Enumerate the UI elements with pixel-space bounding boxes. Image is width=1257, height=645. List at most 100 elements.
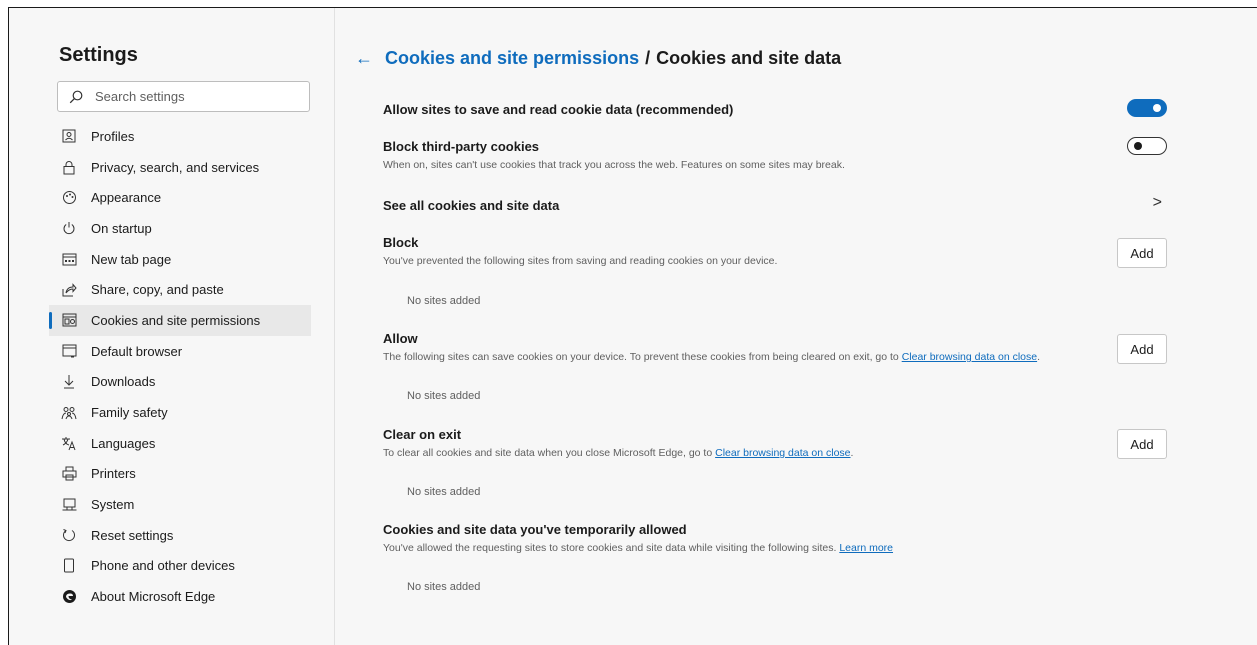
setting-allow: Allow The following sites can save cooki…	[383, 331, 1175, 363]
description-text: The following sites can save cookies on …	[383, 351, 899, 363]
setting-clear-on-exit: Clear on exit To clear all cookies and s…	[383, 427, 1175, 459]
nav-item-system[interactable]: System	[49, 489, 311, 520]
power-icon	[61, 220, 77, 236]
setting-block-third-party: Block third-party cookies When on, sites…	[383, 139, 1175, 171]
breadcrumb: ← Cookies and site permissions / Cookies…	[355, 48, 841, 69]
settings-nav: Profiles Privacy, search, and services A…	[49, 121, 311, 612]
printer-icon	[61, 466, 77, 482]
phone-icon	[61, 558, 77, 574]
nav-label: Family safety	[91, 405, 168, 421]
description-end: .	[1037, 351, 1041, 363]
toggle-knob	[1153, 104, 1161, 112]
settings-window: Settings Profiles Privacy, search, and s…	[8, 7, 1257, 645]
nav-item-on-startup[interactable]: On startup	[49, 213, 311, 244]
nav-item-downloads[interactable]: Downloads	[49, 367, 311, 398]
block-add-button[interactable]: Add	[1117, 238, 1167, 268]
nav-label: Privacy, search, and services	[91, 159, 260, 175]
browser-icon	[61, 343, 77, 359]
setting-description: You've prevented the following sites fro…	[383, 255, 778, 267]
nav-item-share-copy-paste[interactable]: Share, copy, and paste	[49, 274, 311, 305]
edge-logo-icon	[61, 589, 77, 605]
learn-more-link[interactable]: Learn more	[839, 542, 893, 554]
nav-item-profiles[interactable]: Profiles	[49, 121, 311, 152]
nav-label: About Microsoft Edge	[91, 589, 216, 605]
setting-description: You've allowed the requesting sites to s…	[383, 542, 1175, 554]
block-third-party-toggle[interactable]	[1127, 137, 1167, 155]
nav-item-languages[interactable]: Languages	[49, 428, 311, 459]
nav-label: Printers	[91, 466, 136, 482]
setting-title: Block third-party cookies	[383, 139, 540, 154]
breadcrumb-parent-link[interactable]: Cookies and site permissions	[385, 48, 639, 69]
setting-title: Cookies and site data you've temporarily…	[383, 522, 687, 537]
system-icon	[61, 497, 77, 513]
temporarily-allowed-empty-text: No sites added	[407, 581, 481, 593]
setting-title: Block	[383, 235, 419, 250]
setting-description: To clear all cookies and site data when …	[383, 447, 1175, 459]
nav-item-privacy[interactable]: Privacy, search, and services	[49, 152, 311, 183]
nav-label: Downloads	[91, 374, 156, 390]
nav-item-cookies-and-site-permissions[interactable]: Cookies and site permissions	[49, 305, 311, 336]
search-input[interactable]	[93, 88, 297, 105]
clear-on-exit-add-button[interactable]: Add	[1117, 429, 1167, 459]
clear-browsing-data-link[interactable]: Clear browsing data on close	[715, 447, 850, 459]
nav-item-phone-and-other-devices[interactable]: Phone and other devices	[49, 551, 311, 582]
setting-description: When on, sites can't use cookies that tr…	[383, 159, 845, 171]
nav-label: New tab page	[91, 251, 172, 267]
clear-browsing-data-link[interactable]: Clear browsing data on close	[902, 351, 1037, 363]
share-icon	[61, 282, 77, 298]
description-end: .	[850, 447, 854, 459]
allow-add-button[interactable]: Add	[1117, 334, 1167, 364]
search-box[interactable]	[57, 81, 310, 112]
setting-description: The following sites can save cookies on …	[383, 351, 1175, 363]
nav-label: Profiles	[91, 128, 135, 144]
nav-label: Phone and other devices	[91, 558, 235, 574]
back-arrow-icon[interactable]: ←	[355, 48, 373, 69]
nav-label: Reset settings	[91, 527, 174, 543]
setting-block: Block You've prevented the following sit…	[383, 235, 1175, 267]
setting-see-all-cookies[interactable]: See all cookies and site data	[383, 198, 1175, 213]
nav-item-new-tab-page[interactable]: New tab page	[49, 244, 311, 275]
breadcrumb-separator: /	[645, 48, 651, 68]
nav-item-family-safety[interactable]: Family safety	[49, 397, 311, 428]
nav-item-about-microsoft-edge[interactable]: About Microsoft Edge	[49, 581, 311, 612]
allow-empty-text: No sites added	[407, 390, 481, 402]
setting-allow-cookies: Allow sites to save and read cookie data…	[383, 102, 1175, 117]
download-icon	[61, 374, 77, 390]
nav-label: Default browser	[91, 343, 183, 359]
nav-label: Appearance	[91, 190, 162, 206]
description-text: To clear all cookies and site data when …	[383, 447, 713, 459]
nav-item-reset-settings[interactable]: Reset settings	[49, 520, 311, 551]
palette-icon	[61, 190, 77, 206]
nav-item-default-browser[interactable]: Default browser	[49, 336, 311, 367]
settings-title: Settings	[59, 44, 138, 66]
toggle-knob	[1134, 142, 1142, 150]
nav-label: Share, copy, and paste	[91, 282, 224, 298]
nav-item-appearance[interactable]: Appearance	[49, 182, 311, 213]
setting-title: See all cookies and site data	[383, 198, 560, 213]
main-content: ← Cookies and site permissions / Cookies…	[335, 8, 1257, 645]
reset-icon	[61, 527, 77, 543]
nav-label: On startup	[91, 220, 152, 236]
nav-label: Cookies and site permissions	[91, 312, 261, 328]
nav-label: Languages	[91, 435, 156, 451]
search-icon	[69, 90, 83, 103]
setting-title: Clear on exit	[383, 427, 462, 442]
setting-title: Allow sites to save and read cookie data…	[383, 102, 734, 117]
setting-temporarily-allowed: Cookies and site data you've temporarily…	[383, 522, 1175, 554]
setting-title: Allow	[383, 331, 418, 346]
cookies-icon	[61, 312, 77, 328]
page-title: Cookies and site data	[656, 48, 842, 68]
allow-cookies-toggle[interactable]	[1127, 99, 1167, 117]
lock-icon	[61, 159, 77, 175]
chevron-right-icon[interactable]: >	[1153, 194, 1162, 212]
block-empty-text: No sites added	[407, 295, 481, 307]
new-tab-icon	[61, 251, 77, 267]
language-icon	[61, 435, 77, 451]
profile-icon	[61, 128, 77, 144]
nav-item-printers[interactable]: Printers	[49, 459, 311, 490]
clear-on-exit-empty-text: No sites added	[407, 486, 481, 498]
family-icon	[61, 405, 77, 421]
sidebar: Settings Profiles Privacy, search, and s…	[9, 8, 335, 645]
nav-label: System	[91, 497, 135, 513]
description-text: You've allowed the requesting sites to s…	[383, 542, 837, 554]
